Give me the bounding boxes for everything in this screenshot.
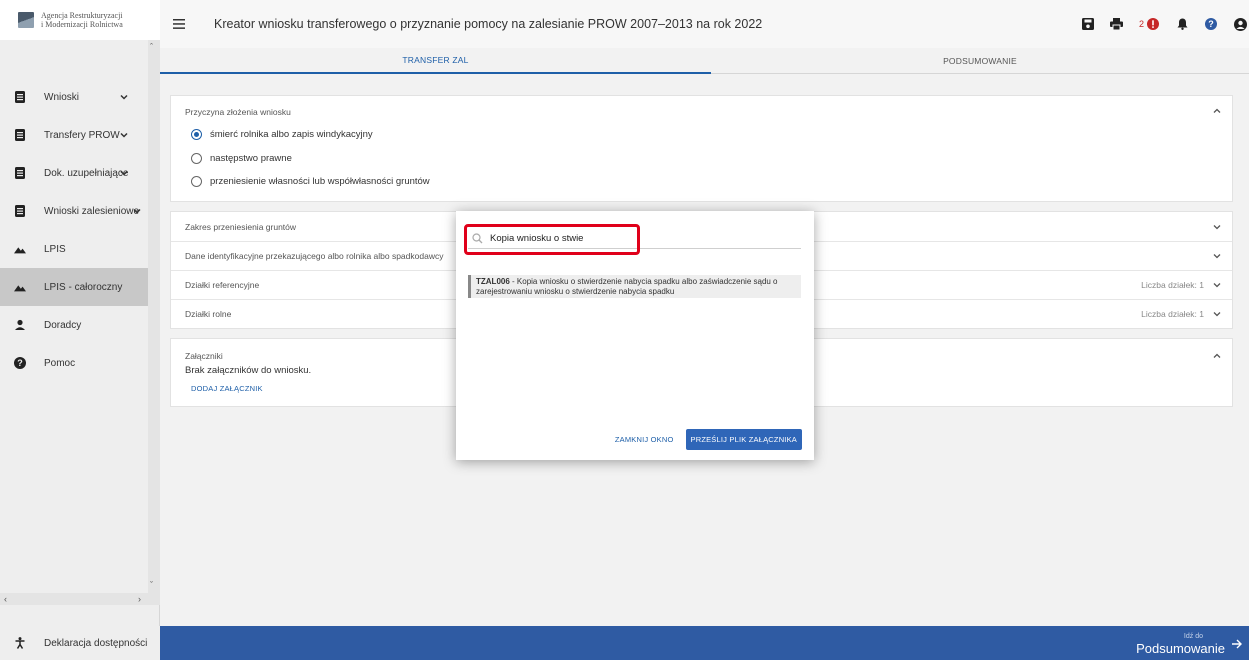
result-code: TZAL006	[476, 277, 510, 286]
close-dialog-button[interactable]: ZAMKNIJ OKNO	[615, 435, 674, 444]
search-highlight-box	[464, 224, 640, 255]
upload-attachment-button[interactable]: PRZEŚLIJ PLIK ZAŁĄCZNIKA	[685, 429, 802, 450]
result-description: - Kopia wniosku o stwierdzenie nabycia s…	[476, 277, 778, 296]
dialog-actions: ZAMKNIJ OKNO PRZEŚLIJ PLIK ZAŁĄCZNIKA	[615, 429, 802, 450]
attachment-dialog: TZAL006 - Kopia wniosku o stwierdzenie n…	[456, 211, 814, 460]
attachment-result-item[interactable]: TZAL006 - Kopia wniosku o stwierdzenie n…	[468, 275, 801, 298]
